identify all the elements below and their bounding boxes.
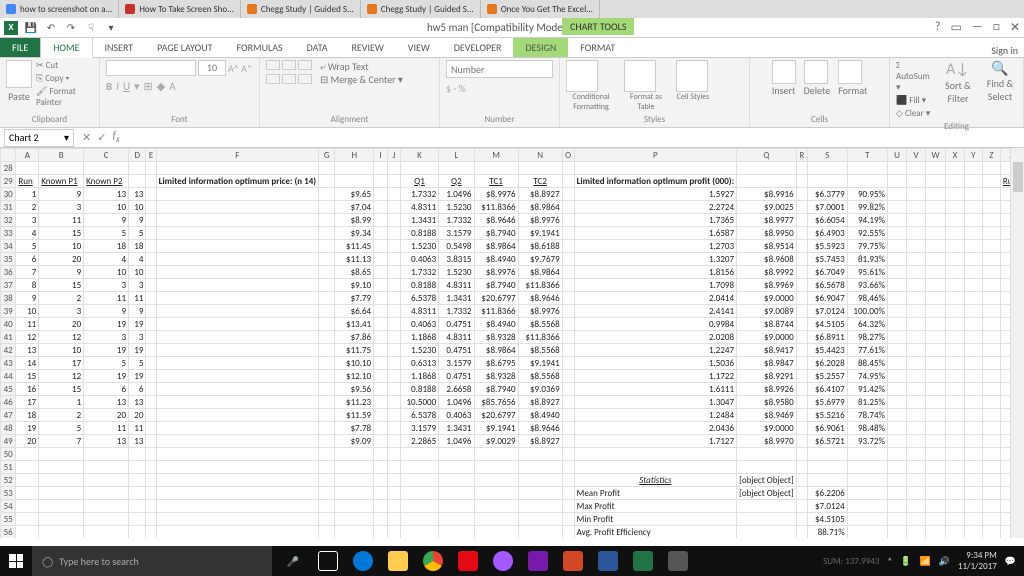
- autosum-button[interactable]: Σ AutoSum ▾: [896, 60, 933, 93]
- tab-view[interactable]: VIEW: [396, 38, 442, 57]
- edge-icon[interactable]: [346, 546, 380, 576]
- snipping-icon[interactable]: [661, 546, 695, 576]
- wrap-text-button[interactable]: ⤶ Wrap Text: [320, 60, 403, 73]
- browser-tab[interactable]: Once You Get The Excel...: [481, 0, 600, 18]
- titlebar: X 💾 ↶ ↷ ☟ ▾ hw5 man [Compatibility Mode]…: [0, 18, 1024, 38]
- clear-button[interactable]: ◇ Clear ▾: [896, 108, 933, 119]
- explorer-icon[interactable]: [381, 546, 415, 576]
- tab-home[interactable]: HOME: [40, 37, 92, 58]
- browser-tabs: how to screenshot on a...How To Take Scr…: [0, 0, 1024, 18]
- format-cells-icon[interactable]: [838, 60, 862, 84]
- onenote-icon[interactable]: [521, 546, 555, 576]
- formula-bar-row: Chart 2▾ ✕ ✓ fx: [0, 128, 1024, 148]
- notification-icon[interactable]: 💬: [1005, 556, 1016, 567]
- spreadsheet-grid[interactable]: ABCDEFGHIJKLMNOPQRSTUVWXYZA2829RunKnown …: [0, 148, 1024, 538]
- chart-tools-tab: CHART TOOLS: [562, 18, 634, 35]
- paste-button[interactable]: Paste: [6, 60, 32, 108]
- tab-file[interactable]: FILE: [0, 38, 40, 57]
- close-icon[interactable]: ✕: [1010, 20, 1020, 35]
- merge-center-button[interactable]: ⊟ Merge & Center ▾: [320, 73, 403, 86]
- ribbon: Paste ✂ Cut ⎘ Copy ▾ 🖌 Format Painter Cl…: [0, 58, 1024, 128]
- clock[interactable]: 9:34 PM11/1/2017: [958, 550, 997, 572]
- itunes-icon[interactable]: [486, 546, 520, 576]
- cancel-formula-icon[interactable]: ✕: [82, 131, 91, 144]
- tab-page-layout[interactable]: PAGE LAYOUT: [145, 38, 224, 57]
- enter-formula-icon[interactable]: ✓: [97, 131, 106, 144]
- cut-button[interactable]: ✂ Cut: [36, 60, 93, 71]
- netflix-icon[interactable]: [451, 546, 485, 576]
- vertical-scrollbar[interactable]: [1010, 148, 1024, 538]
- format-painter-button[interactable]: 🖌 Format Painter: [36, 86, 93, 108]
- copy-button[interactable]: ⎘ Copy ▾: [36, 73, 93, 84]
- task-view-icon[interactable]: [311, 546, 345, 576]
- delete-cells-icon[interactable]: [804, 60, 828, 84]
- volume-icon[interactable]: 🔊: [939, 556, 950, 567]
- font-size-selector[interactable]: 10: [198, 60, 226, 76]
- search-box[interactable]: ◯Type here to search: [32, 546, 272, 576]
- battery-icon[interactable]: 🔋: [900, 556, 911, 567]
- format-as-table-icon[interactable]: [624, 60, 656, 92]
- ribbon-display-icon[interactable]: ▭: [950, 20, 961, 35]
- windows-taskbar: ◯Type here to search 🎤 SUM: 137.9943 ˄ 🔋…: [0, 546, 1024, 576]
- chrome-icon[interactable]: [416, 546, 450, 576]
- insert-cells-icon[interactable]: [772, 60, 796, 84]
- excel-icon[interactable]: [626, 546, 660, 576]
- maximize-icon[interactable]: □: [993, 20, 1000, 35]
- cell-styles-icon[interactable]: [676, 60, 708, 92]
- word-icon[interactable]: [591, 546, 625, 576]
- mic-icon[interactable]: 🎤: [276, 546, 310, 576]
- tab-insert[interactable]: INSERT: [93, 38, 146, 57]
- browser-tab[interactable]: Chegg Study | Guided S...: [241, 0, 361, 18]
- tab-data[interactable]: DATA: [295, 38, 340, 57]
- sign-in-link[interactable]: Sign in: [991, 44, 1024, 57]
- font-selector[interactable]: [106, 60, 196, 76]
- tab-design[interactable]: DESIGN: [513, 38, 568, 57]
- tab-formulas[interactable]: FORMULAS: [224, 38, 294, 57]
- fill-button[interactable]: ⬛ Fill ▾: [896, 95, 933, 106]
- status-text: SUM: 137.9943: [823, 556, 879, 567]
- tray-up-icon[interactable]: ˄: [887, 556, 892, 567]
- save-icon[interactable]: 💾: [24, 21, 38, 35]
- touch-icon[interactable]: ☟: [84, 21, 98, 35]
- browser-tab[interactable]: Chegg Study | Guided S...: [361, 0, 481, 18]
- powerpoint-icon[interactable]: [556, 546, 590, 576]
- start-button[interactable]: [0, 546, 32, 576]
- quick-access-toolbar: X 💾 ↶ ↷ ☟ ▾: [0, 21, 122, 35]
- conditional-formatting-icon[interactable]: [566, 60, 598, 92]
- cortana-icon: ◯: [42, 555, 53, 568]
- tab-developer[interactable]: DEVELOPER: [442, 38, 514, 57]
- excel-icon: X: [4, 21, 18, 35]
- paste-icon: [6, 60, 32, 88]
- fx-icon[interactable]: fx: [112, 129, 119, 145]
- tab-format[interactable]: FORMAT: [568, 38, 627, 57]
- ribbon-tabs: FILE HOME INSERT PAGE LAYOUT FORMULAS DA…: [0, 38, 1024, 58]
- wifi-icon[interactable]: 📶: [919, 556, 930, 567]
- undo-icon[interactable]: ↶: [44, 21, 58, 35]
- minimize-icon[interactable]: —: [972, 20, 983, 35]
- tab-review[interactable]: REVIEW: [339, 38, 395, 57]
- browser-tab[interactable]: how to screenshot on a...: [0, 0, 119, 18]
- number-format-selector[interactable]: Number: [446, 60, 553, 78]
- redo-icon[interactable]: ↷: [64, 21, 78, 35]
- browser-tab[interactable]: How To Take Screen Sho...: [119, 0, 241, 18]
- help-icon[interactable]: ?: [935, 20, 941, 35]
- formula-input[interactable]: [126, 130, 826, 146]
- name-box[interactable]: Chart 2▾: [4, 129, 74, 147]
- dropdown-icon[interactable]: ▾: [104, 21, 118, 35]
